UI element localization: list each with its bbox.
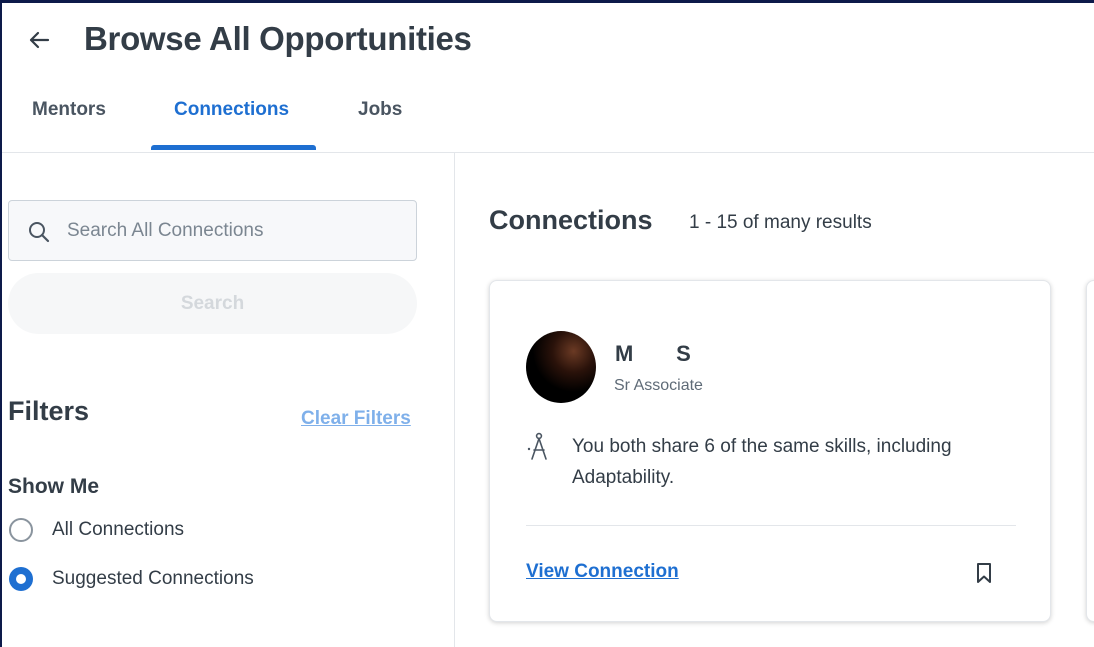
arrow-left-icon [29, 31, 50, 49]
next-connection-card [1086, 280, 1094, 622]
radio-suggested-connections[interactable] [9, 567, 33, 591]
avatar [526, 331, 596, 403]
compass-icon [527, 432, 547, 460]
results-count: 1 - 15 of many results [689, 212, 872, 233]
tab-jobs[interactable]: Jobs [358, 99, 402, 121]
bookmark-button[interactable] [970, 559, 998, 587]
radio-label-suggested-connections[interactable]: Suggested Connections [52, 568, 254, 590]
search-input[interactable] [67, 215, 397, 247]
tab-mentors[interactable]: Mentors [32, 99, 106, 121]
search-button[interactable]: Search [8, 273, 417, 334]
filters-heading: Filters [8, 396, 90, 426]
clear-filters-link[interactable]: Clear Filters [301, 408, 411, 430]
search-icon [29, 222, 50, 243]
results-heading: Connections [489, 205, 653, 235]
connection-card: M S Sr Associate You both share 6 of the… [489, 280, 1051, 622]
shared-skills-text: You both share 6 of the same skills, inc… [572, 436, 952, 488]
card-divider [526, 525, 1016, 526]
search-field[interactable] [8, 200, 417, 261]
connection-role: Sr Associate [614, 377, 703, 394]
active-tab-indicator [151, 145, 316, 150]
radio-label-all-connections[interactable]: All Connections [52, 519, 184, 541]
radio-all-connections[interactable] [9, 518, 33, 542]
panel-divider [454, 153, 455, 647]
connection-name: M S [615, 341, 691, 366]
back-button[interactable] [24, 25, 54, 55]
tab-connections[interactable]: Connections [174, 99, 289, 121]
page-header: Browse All Opportunities Mentors Connect… [2, 3, 1094, 153]
show-me-heading: Show Me [8, 475, 100, 498]
page-title: Browse All Opportunities [84, 20, 472, 57]
view-connection-link[interactable]: View Connection [526, 561, 679, 583]
bookmark-icon [977, 563, 991, 583]
